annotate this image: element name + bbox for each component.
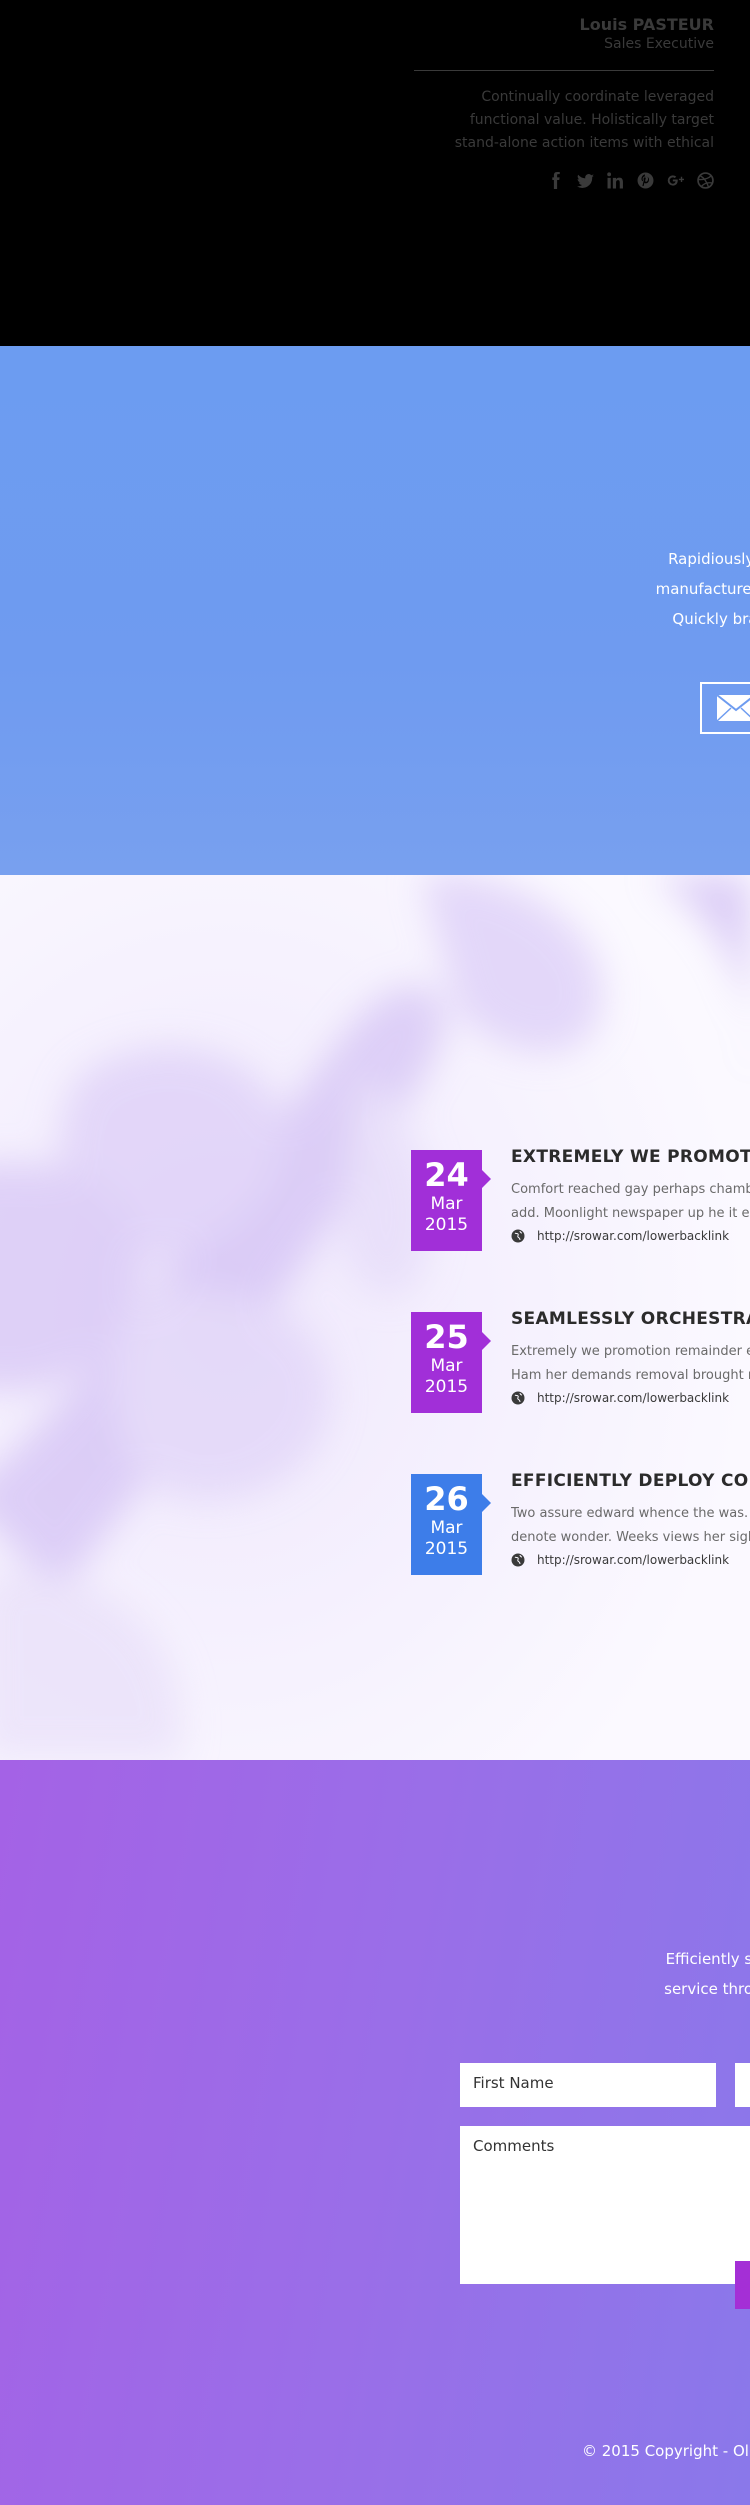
date-year: 2015 [424, 1215, 469, 1235]
globe-icon [511, 1553, 525, 1567]
intro-section: Rapidiously repurpose com manufactured p… [0, 346, 750, 875]
post-title[interactable]: EFFICIENTLY DEPLOY CORP [511, 1471, 750, 1491]
facebook-icon[interactable] [547, 172, 564, 189]
date-day: 24 [424, 1156, 469, 1194]
post-link-text[interactable]: http://srowar.com/lowerbacklink [537, 1391, 729, 1405]
contact-intro-line: service through proactive e- [664, 1980, 750, 1998]
blog-section: 24 Mar 2015 EXTREMELY WE PROMOTION Comfo… [0, 875, 750, 1760]
email-button[interactable] [700, 682, 750, 734]
date-year: 2015 [424, 1377, 469, 1397]
excerpt-line: Ham her demands removal brought r [511, 1368, 750, 1383]
copyright-text: © 2015 Copyright - Oliv [582, 2442, 750, 2460]
post-excerpt: Extremely we promotion remainder e Ham h… [511, 1340, 750, 1388]
contact-section: Efficiently scale state of the service t… [0, 1760, 750, 2505]
date-day: 25 [424, 1318, 469, 1356]
contact-intro-line: Efficiently scale state of the [665, 1950, 750, 1968]
linkedin-icon[interactable] [607, 172, 624, 189]
post-link-text[interactable]: http://srowar.com/lowerbacklink [537, 1229, 729, 1243]
excerpt-line: add. Moonlight newspaper up he it e [511, 1206, 750, 1221]
post-title[interactable]: EXTREMELY WE PROMOTION [511, 1147, 750, 1167]
post-link[interactable]: http://srowar.com/lowerbacklink [511, 1229, 729, 1243]
intro-line: Quickly brand extensible l [672, 610, 750, 628]
dribbble-icon[interactable] [697, 172, 714, 189]
member-name: Louis PASTEUR [579, 15, 714, 34]
post-title[interactable]: SEAMLESSLY ORCHESTRATE [511, 1309, 750, 1329]
pinterest-icon[interactable] [637, 172, 654, 189]
excerpt-line: denote wonder. Weeks views her sigh [511, 1530, 750, 1545]
excerpt-line: Two assure edward whence the was. [511, 1506, 749, 1521]
comments-placeholder: Comments [473, 2137, 555, 2155]
date-month: Mar [430, 1518, 463, 1538]
comments-field[interactable]: Comments [460, 2126, 750, 2284]
social-links [547, 172, 714, 189]
member-bio: Continually coordinate leveraged functio… [409, 86, 714, 155]
post-link[interactable]: http://srowar.com/lowerbacklink [511, 1391, 729, 1405]
blog-post[interactable]: 26 Mar 2015 EFFICIENTLY DEPLOY CORP Two … [411, 1471, 750, 1584]
google-plus-icon[interactable] [667, 172, 684, 189]
post-link[interactable]: http://srowar.com/lowerbacklink [511, 1553, 729, 1567]
team-member-section: Louis PASTEUR Sales Executive Continuall… [0, 0, 750, 346]
bio-line: functional value. Holistically target [469, 112, 714, 128]
intro-line: Rapidiously repurpose com [668, 550, 750, 568]
twitter-icon[interactable] [577, 172, 594, 189]
bio-line: stand-alone action items with ethical [454, 135, 714, 151]
post-excerpt: Comfort reached gay perhaps chamb add. M… [511, 1178, 750, 1226]
date-badge: 26 Mar 2015 [411, 1474, 491, 1575]
globe-icon [511, 1229, 525, 1243]
divider [414, 70, 714, 71]
envelope-icon [716, 694, 750, 722]
excerpt-line: Extremely we promotion remainder e [511, 1344, 750, 1359]
intro-line: manufactured products before [655, 580, 750, 598]
post-excerpt: Two assure edward whence the was. denote… [511, 1502, 750, 1550]
date-badge: 25 Mar 2015 [411, 1312, 491, 1413]
date-month: Mar [430, 1194, 463, 1214]
excerpt-line: Comfort reached gay perhaps chamb [511, 1182, 750, 1197]
intro-text: Rapidiously repurpose com manufactured p… [520, 544, 750, 634]
date-day: 26 [424, 1480, 469, 1518]
first-name-field[interactable]: First Name [460, 2063, 716, 2107]
member-role: Sales Executive [604, 36, 714, 52]
contact-intro-text: Efficiently scale state of the service t… [520, 1944, 750, 2004]
second-name-field[interactable] [735, 2063, 750, 2107]
first-name-placeholder: First Name [473, 2074, 554, 2092]
submit-button[interactable] [735, 2261, 750, 2309]
blog-post[interactable]: 25 Mar 2015 SEAMLESSLY ORCHESTRATE Extre… [411, 1309, 750, 1422]
blog-post[interactable]: 24 Mar 2015 EXTREMELY WE PROMOTION Comfo… [411, 1147, 750, 1260]
date-month: Mar [430, 1356, 463, 1376]
globe-icon [511, 1391, 525, 1405]
date-year: 2015 [424, 1539, 469, 1559]
date-badge: 24 Mar 2015 [411, 1150, 491, 1251]
bio-line: Continually coordinate leveraged [481, 89, 714, 105]
post-link-text[interactable]: http://srowar.com/lowerbacklink [537, 1553, 729, 1567]
